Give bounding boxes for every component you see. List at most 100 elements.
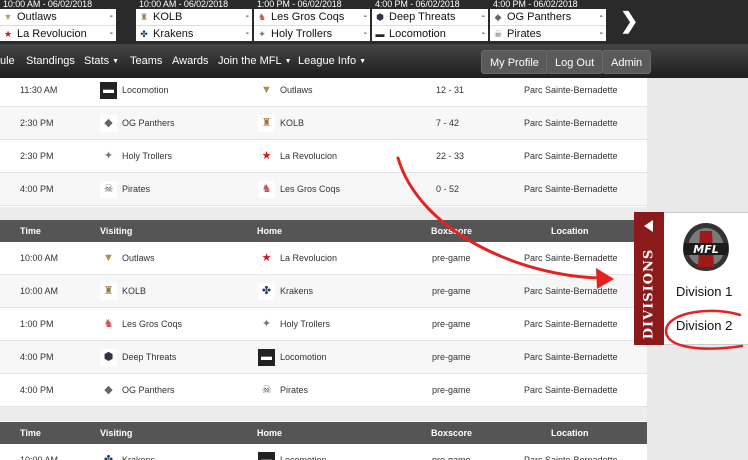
boxscore-link[interactable]: 7 - 42 xyxy=(436,107,459,140)
table-row[interactable]: 2:30 PM ◆ OG Panthers ♜ KOLB 7 - 42 Parc Saint… xyxy=(0,107,647,140)
home-team-link[interactable]: La Revolucion xyxy=(280,140,337,173)
table-row[interactable]: 11:30 AM ▬ Locomotion ▼ Outlaws 12 - 31 Parc S… xyxy=(0,78,647,107)
table-row[interactable]: 1:00 PM ♞ Les Gros Coqs ✦ Holy Trollers pre-g… xyxy=(0,308,647,341)
home-team-link[interactable]: Krakens xyxy=(280,275,313,308)
home-team-link[interactable]: Holy Trollers xyxy=(280,308,330,341)
boxscore-link[interactable]: pre-game xyxy=(432,374,471,407)
ticker-game[interactable]: 1:00 PM - 06/02/2018 ♞ Les Gros Coqs - ✦… xyxy=(254,0,370,44)
ticker-home-row: ✤ Krakens - xyxy=(136,25,252,41)
score-ticker: 10:00 AM - 06/02/2018 ▼ Outlaws - ★ La R… xyxy=(0,0,748,44)
game-time: 4:00 PM xyxy=(20,184,54,194)
ticker-team-name: Krakens xyxy=(153,28,194,40)
ticker-team-name: Les Gros Coqs xyxy=(271,11,345,23)
table-row[interactable]: 4:00 PM ◆ OG Panthers ☠ Pirates pre-game Parc … xyxy=(0,374,647,407)
game-time: 1:00 PM xyxy=(20,319,54,329)
ticker-team-name: Deep Threats xyxy=(389,11,456,23)
header-visiting: Visiting xyxy=(100,428,133,438)
visiting-team-link[interactable]: Holy Trollers xyxy=(122,140,172,173)
ticker-score: - xyxy=(245,11,249,22)
ticker-game-time: 4:00 PM - 06/02/2018 xyxy=(490,0,606,9)
nav-awards[interactable]: Awards xyxy=(172,44,208,78)
boxscore-link[interactable]: pre-game xyxy=(432,444,471,460)
schedule-panel: 11:30 AM ▬ Locomotion ▼ Outlaws 12 - 31 Parc S… xyxy=(0,78,647,460)
division-2-link[interactable]: Division 2 xyxy=(676,318,732,333)
caret-down-icon: ▼ xyxy=(359,58,367,65)
visiting-team-link[interactable]: OG Panthers xyxy=(122,107,175,140)
visiting-team-link[interactable]: Pirates xyxy=(122,173,150,206)
home-team-link[interactable]: KOLB xyxy=(280,107,304,140)
nav-league-info[interactable]: League Info ▼ xyxy=(298,44,366,78)
boxscore-link[interactable]: 12 - 31 xyxy=(436,78,464,107)
visiting-team-link[interactable]: Krakens xyxy=(122,444,155,460)
ticker-game[interactable]: 10:00 AM - 06/02/2018 ▼ Outlaws - ★ La R… xyxy=(0,0,116,44)
caret-down-icon: ▼ xyxy=(112,58,120,65)
visiting-team-link[interactable]: KOLB xyxy=(122,275,146,308)
table-row[interactable]: 10:00 AM ▼ Outlaws ★ La Revolucion pre-game Pa… xyxy=(0,242,647,275)
home-team-link[interactable]: Les Gros Coqs xyxy=(280,173,340,206)
outlaws-logo-icon: ▼ xyxy=(100,250,117,267)
header-time: Time xyxy=(20,226,41,236)
ticker-team-name: Holy Trollers xyxy=(271,28,333,40)
les-gros-coqs-logo-icon: ♞ xyxy=(100,316,117,333)
nav-join[interactable]: Join the MFL ▼ xyxy=(218,44,292,78)
ticker-score: - xyxy=(481,11,485,22)
boxscore-link[interactable]: 0 - 52 xyxy=(436,173,459,206)
deep-threats-logo-icon: ⬢ xyxy=(100,349,117,366)
home-team-link[interactable]: La Revolucion xyxy=(280,242,337,275)
header-location: Location xyxy=(551,428,589,438)
boxscore-link[interactable]: pre-game xyxy=(432,242,471,275)
ticker-score: - xyxy=(599,11,603,22)
boxscore-link[interactable]: 22 - 33 xyxy=(436,140,464,173)
visiting-team-link[interactable]: Locomotion xyxy=(122,78,169,107)
visiting-team-link[interactable]: Deep Threats xyxy=(122,341,176,374)
ticker-game[interactable]: 10:00 AM - 06/02/2018 ♜ KOLB - ✤ Krakens… xyxy=(136,0,252,44)
ticker-away-row: ⬢ Deep Threats - xyxy=(372,9,488,25)
kolb-logo-icon: ♜ xyxy=(100,283,117,300)
ticker-score: - xyxy=(109,28,113,39)
division-1-link[interactable]: Division 1 xyxy=(676,284,732,299)
game-time: 4:00 PM xyxy=(20,352,54,362)
game-time: 2:30 PM xyxy=(20,118,54,128)
table-row[interactable]: 10:00 AM ✤ Krakens ▬ Locomotion pre-game Parc … xyxy=(0,444,647,460)
nav-teams[interactable]: Teams xyxy=(130,44,162,78)
location-text: Parc Sainte-Bernadette xyxy=(524,151,618,161)
visiting-team-link[interactable]: OG Panthers xyxy=(122,374,175,407)
schedule-header: Time Visiting Home Boxscore Location xyxy=(0,422,647,444)
header-boxscore: Boxscore xyxy=(431,428,473,438)
home-team-link[interactable]: Locomotion xyxy=(280,444,327,460)
ticker-away-row: ♞ Les Gros Coqs - xyxy=(254,9,370,25)
ticker-game[interactable]: 4:00 PM - 06/02/2018 ◆ OG Panthers - ☠ P… xyxy=(490,0,606,44)
table-row[interactable]: 4:00 PM ☠ Pirates ♞ Les Gros Coqs 0 - 52 Parc … xyxy=(0,173,647,206)
ticker-score: - xyxy=(481,28,485,39)
home-team-link[interactable]: Locomotion xyxy=(280,341,327,374)
pirates-logo-icon: ☠ xyxy=(100,181,117,198)
visiting-team-link[interactable]: Les Gros Coqs xyxy=(122,308,182,341)
boxscore-link[interactable]: pre-game xyxy=(432,341,471,374)
chevron-right-icon[interactable]: ❯ xyxy=(620,10,638,32)
home-team-link[interactable]: Outlaws xyxy=(280,78,313,107)
admin-button[interactable]: Admin xyxy=(602,50,652,74)
ticker-home-row: ✦ Holy Trollers - xyxy=(254,25,370,41)
divisions-tab[interactable]: DIVISIONS xyxy=(634,212,664,345)
nav-standings[interactable]: Standings xyxy=(26,44,75,78)
outlaws-logo-icon: ▼ xyxy=(258,82,275,99)
nav-stats[interactable]: Stats ▼ xyxy=(84,44,119,78)
ticker-score: - xyxy=(245,28,249,39)
log-out-button[interactable]: Log Out xyxy=(546,50,604,74)
ticker-team-name: La Revolucion xyxy=(17,28,87,40)
home-team-link[interactable]: Pirates xyxy=(280,374,308,407)
boxscore-link[interactable]: pre-game xyxy=(432,308,471,341)
my-profile-button[interactable]: My Profile xyxy=(481,50,548,74)
ticker-game[interactable]: 4:00 PM - 06/02/2018 ⬢ Deep Threats - ▬ … xyxy=(372,0,488,44)
header-time: Time xyxy=(20,428,41,438)
nav-schedule[interactable]: ule xyxy=(0,44,15,78)
og-panthers-logo-icon: ◆ xyxy=(100,115,117,132)
boxscore-link[interactable]: pre-game xyxy=(432,275,471,308)
visiting-team-link[interactable]: Outlaws xyxy=(122,242,155,275)
table-row[interactable]: 2:30 PM ✦ Holy Trollers ★ La Revolucion 22 - … xyxy=(0,140,647,173)
table-row[interactable]: 4:00 PM ⬢ Deep Threats ▬ Locomotion pre-game P… xyxy=(0,341,647,374)
outlaws-logo-icon: ▼ xyxy=(3,12,13,22)
location-text: Parc Sainte-Bernadette xyxy=(524,253,618,263)
ticker-away-row: ♜ KOLB - xyxy=(136,9,252,25)
table-row[interactable]: 10:00 AM ♜ KOLB ✤ Krakens pre-game Parc Sainte… xyxy=(0,275,647,308)
